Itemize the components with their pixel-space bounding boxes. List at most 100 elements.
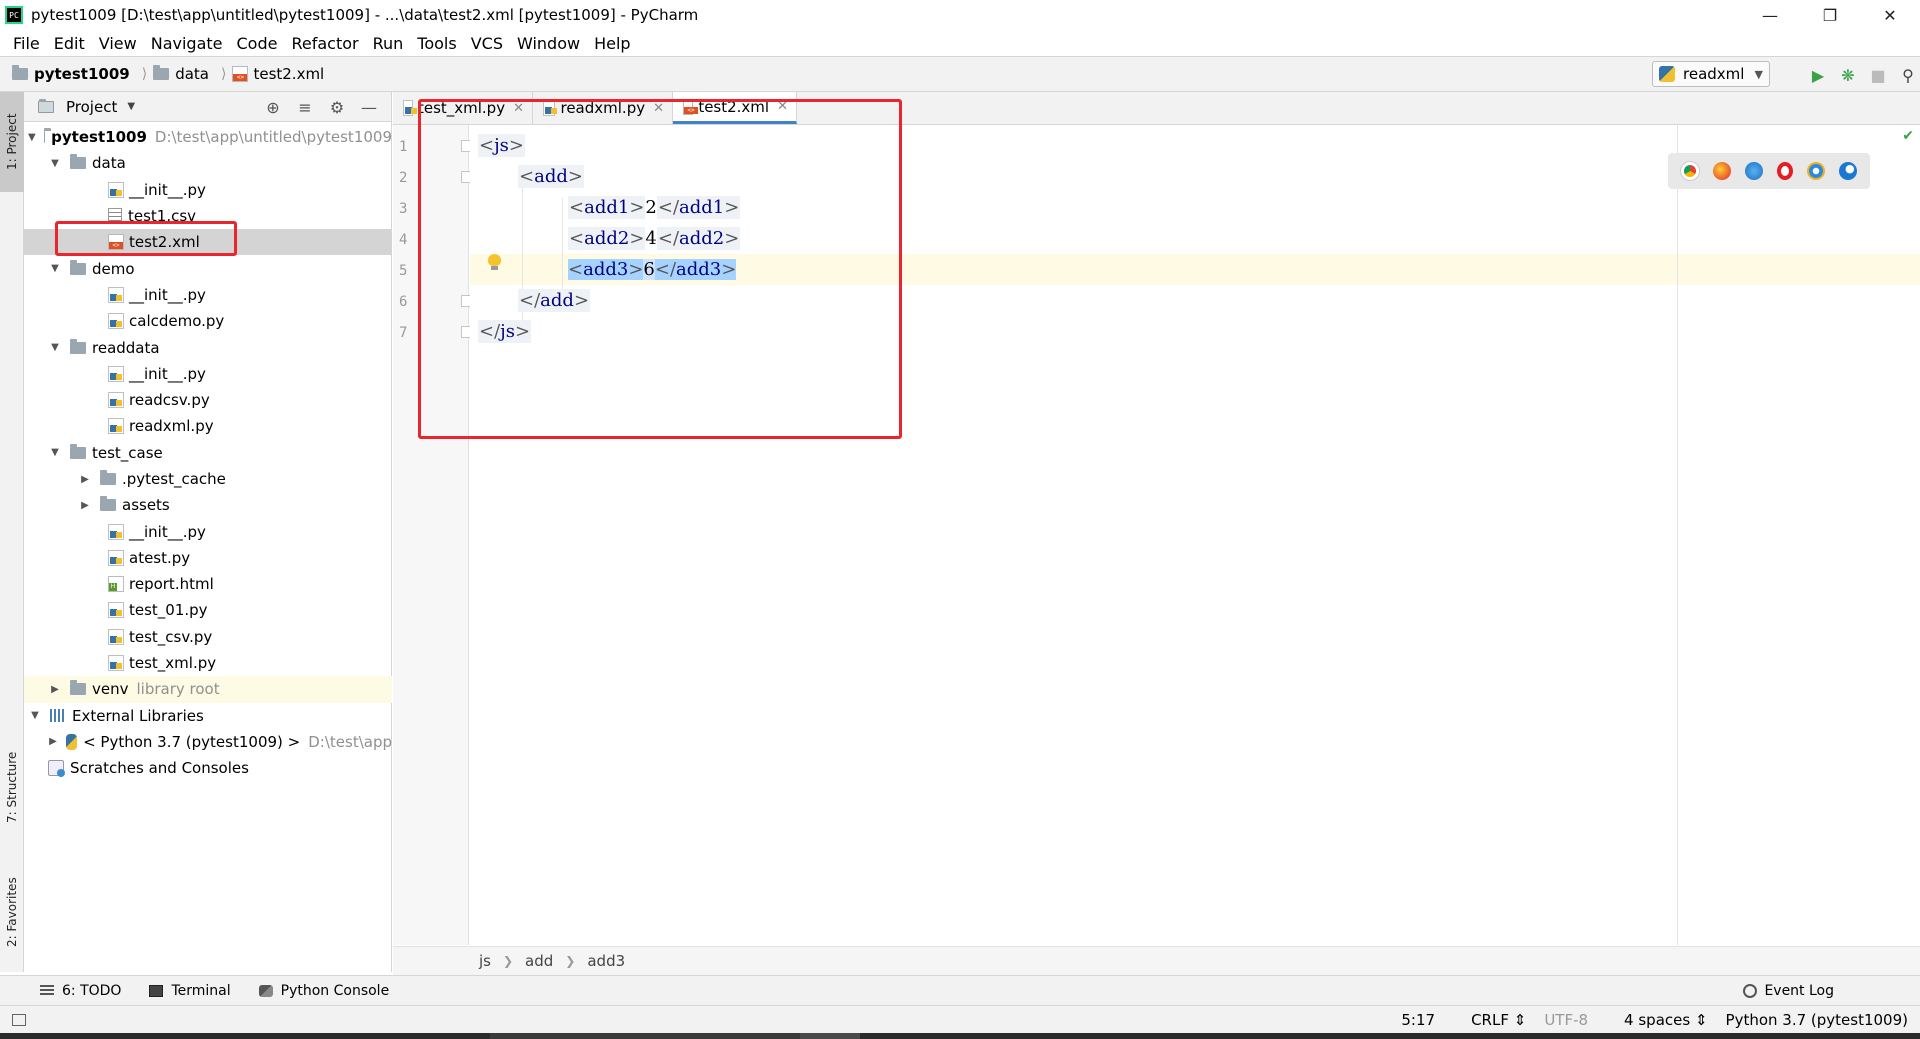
menu-navigate[interactable]: Navigate [144,34,230,53]
tool-window-favorites[interactable]: 2: Favorites [0,862,24,962]
menu-file[interactable]: File [6,34,47,53]
menu-help[interactable]: Help [587,34,637,53]
tree-item-test-xml[interactable]: test_xml.py [24,650,392,676]
tool-window-python-console[interactable]: Python Console [258,983,389,999]
run-configuration-select[interactable]: readxml ▼ [1652,61,1770,87]
project-view-selector[interactable]: Project [66,98,117,116]
line-separator[interactable]: CRLF ⇕ [1453,1011,1526,1029]
run-button[interactable]: ▶ [1808,65,1828,85]
restore-button[interactable]: ❐ [1800,0,1860,30]
menu-edit[interactable]: Edit [47,34,92,53]
tree-item-label: readcsv.py [129,391,210,410]
tree-item-demo-init[interactable]: __init__.py [24,282,392,308]
chevron-down-icon[interactable]: ▼ [127,101,135,112]
firefox-icon[interactable] [1713,162,1731,180]
breadcrumb-item[interactable]: add3 [587,952,625,970]
menu-window[interactable]: Window [510,34,587,53]
hide-panel-icon[interactable]: — [353,98,385,117]
tree-item-label: calcdemo.py [129,312,225,331]
tree-item-test-01[interactable]: test_01.py [24,597,392,623]
tree-item-external-libraries[interactable]: ▼ External Libraries [24,703,392,729]
chevron-down-icon[interactable]: ▼ [48,158,62,169]
search-everywhere-button[interactable]: ⚲ [1898,65,1918,85]
nav-crumb-data[interactable]: data [153,65,209,83]
locate-file-icon[interactable]: ⊕ [257,98,289,117]
minimize-button[interactable]: — [1740,0,1800,30]
collapse-all-icon[interactable]: ≡ [289,98,321,117]
debug-icon: ❋ [1841,65,1855,85]
inspection-ok-icon[interactable]: ✔ [1902,128,1914,144]
tool-window-terminal[interactable]: Terminal [149,983,231,999]
chrome-icon[interactable] [1680,161,1700,181]
chevron-down-icon[interactable]: ▼ [48,447,62,458]
tree-item-label: data [92,154,126,173]
tree-item-root[interactable]: ▼ pytest1009 D:\test\app\untitled\pytest… [24,124,392,150]
tool-window-structure[interactable]: 7: Structure [0,732,24,842]
chevron-right-icon[interactable]: ▶ [78,500,92,511]
menu-refactor[interactable]: Refactor [284,34,365,53]
tree-item-data-init[interactable]: __init__.py [24,177,392,203]
tree-item-scratches[interactable]: Scratches and Consoles [24,755,392,781]
menu-code[interactable]: Code [230,34,285,53]
gear-icon[interactable]: ⚙ [321,98,353,117]
stop-button[interactable]: ■ [1868,65,1888,85]
tree-item-test-csv[interactable]: test_csv.py [24,624,392,650]
todo-label: 6: TODO [62,982,122,999]
tree-item-atest[interactable]: atest.py [24,545,392,571]
chevron-right-icon[interactable]: ▶ [48,736,58,747]
tree-item-readdata[interactable]: ▼ readdata [24,334,392,360]
html-file-icon [108,576,124,593]
window-title: pytest1009 [D:\test\app\untitled\pytest1… [31,6,699,24]
breadcrumb-item[interactable]: js [479,952,491,970]
tree-item-label: __init__.py [129,180,206,199]
search-icon: ⚲ [1902,65,1914,85]
indent-setting[interactable]: 4 spaces ⇕ [1606,1011,1707,1029]
opera-icon[interactable] [1777,162,1793,180]
nav-crumb-project[interactable]: pytest1009 [12,65,130,83]
tree-item-data[interactable]: ▼ data [24,150,392,176]
tool-window-todo[interactable]: 6: TODO [40,983,121,999]
chevron-down-icon[interactable]: ▼ [28,710,42,721]
os-taskbar [0,1033,1920,1039]
chevron-down-icon: ▼ [1754,67,1763,81]
chevron-down-icon[interactable]: ▼ [48,342,62,353]
menu-view[interactable]: View [92,34,144,53]
tool-window-project[interactable]: 1: Project [0,92,24,192]
safari-icon[interactable] [1745,162,1763,180]
menu-tools[interactable]: Tools [410,34,463,53]
caret-position[interactable]: 5:17 [1401,1011,1435,1029]
tree-item-python-sdk[interactable]: ▶ < Python 3.7 (pytest1009) > D:\test\ap… [24,729,392,755]
interpreter-widget[interactable]: Python 3.7 (pytest1009) [1726,1011,1908,1029]
chevron-right-icon[interactable]: ▶ [48,684,62,695]
tool-window-event-log[interactable]: Event Log [1743,983,1834,999]
tree-item-venv[interactable]: ▶ venv library root [24,676,392,703]
chevron-down-icon[interactable]: ▼ [48,263,62,274]
project-view-icon [38,98,54,113]
chevron-right-icon[interactable]: ▶ [78,474,92,485]
tree-item-demo[interactable]: ▼ demo [24,255,392,281]
edge-icon[interactable] [1839,162,1857,180]
tree-item-calcdemo[interactable]: calcdemo.py [24,308,392,334]
right-margin-guide [1677,125,1678,945]
debug-button[interactable]: ❋ [1838,65,1858,85]
file-encoding[interactable]: UTF-8 [1544,1011,1588,1029]
tree-item-readxml[interactable]: readxml.py [24,413,392,439]
menu-run[interactable]: Run [366,34,411,53]
tree-item-assets[interactable]: ▶ assets [24,492,392,518]
tree-item-readcsv[interactable]: readcsv.py [24,387,392,413]
toggle-tool-windows-icon[interactable] [12,1013,26,1026]
tree-item-label: readdata [92,338,160,357]
chevron-down-icon[interactable]: ▼ [28,132,36,143]
nav-crumb-file[interactable]: test2.xml [232,65,324,83]
tree-item-pytest-cache[interactable]: ▶ .pytest_cache [24,466,392,492]
ie-icon[interactable] [1807,162,1825,180]
close-window-button[interactable]: ✕ [1860,0,1920,30]
tree-item-readdata-init[interactable]: __init__.py [24,361,392,387]
menu-vcs[interactable]: VCS [464,34,510,53]
python-file-icon [108,549,124,566]
breadcrumb-item[interactable]: add [525,952,553,970]
line-number: 1 [399,139,408,155]
tree-item-tc-init[interactable]: __init__.py [24,518,392,544]
tree-item-test-case[interactable]: ▼ test_case [24,440,392,466]
tree-item-report-html[interactable]: report.html [24,571,392,597]
